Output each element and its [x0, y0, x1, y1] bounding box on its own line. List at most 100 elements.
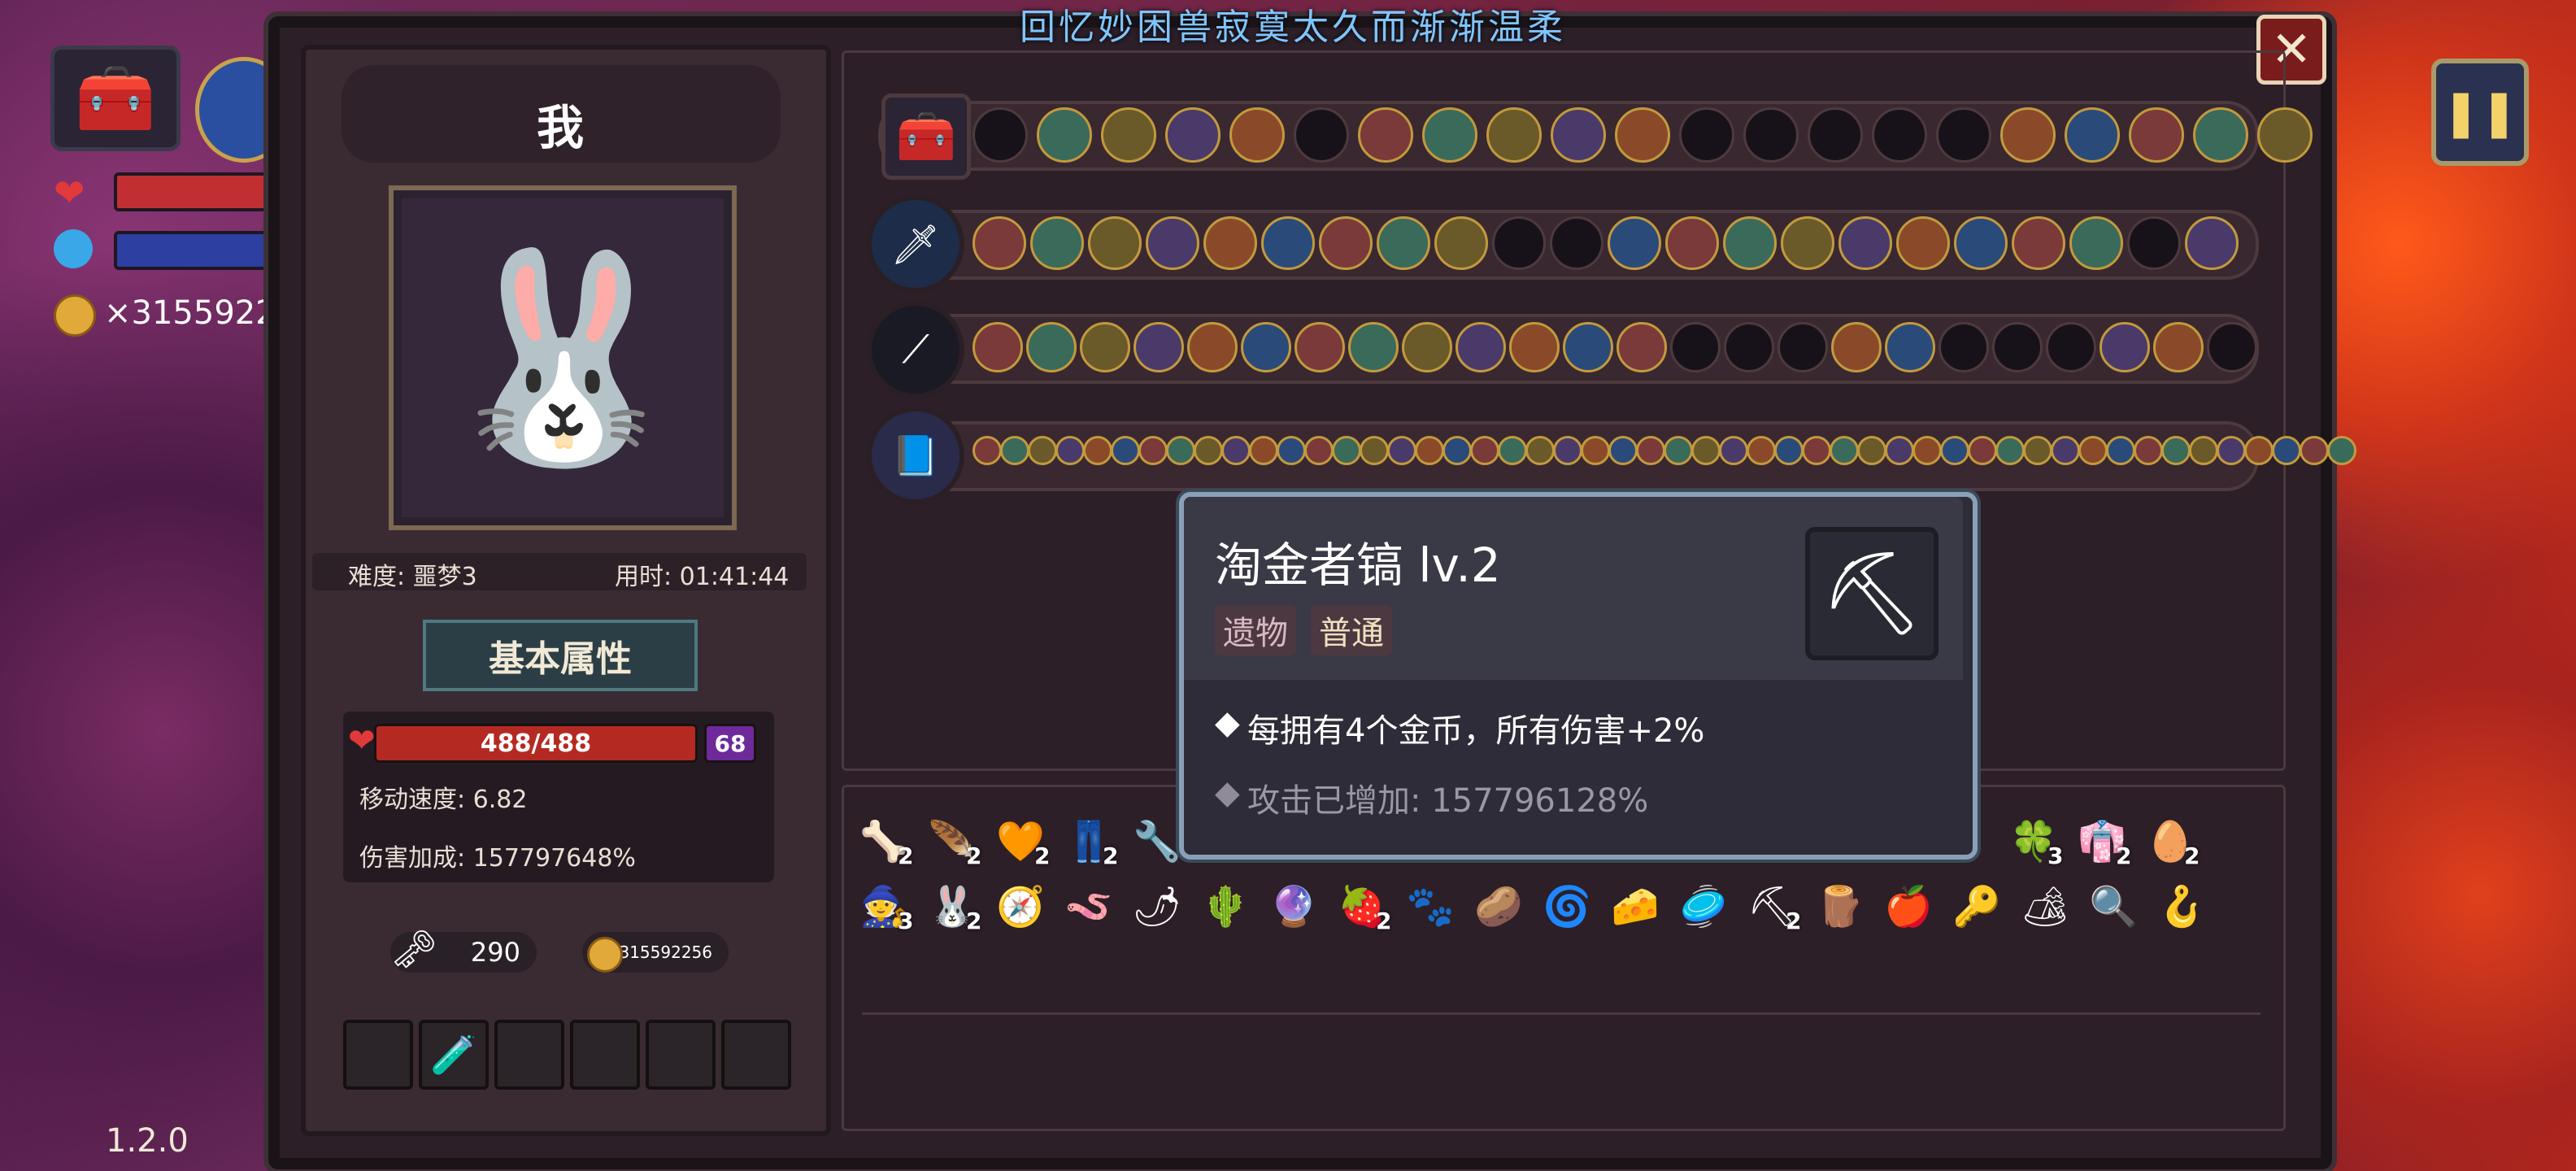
equip-slot[interactable]: [1348, 322, 1399, 372]
equip-slot[interactable]: [1134, 322, 1184, 372]
equip-slot[interactable]: [2185, 216, 2239, 270]
equip-slot[interactable]: [1995, 436, 2025, 465]
item-grid-cell[interactable]: 🪱: [1060, 878, 1117, 935]
equip-slot[interactable]: [1387, 436, 1416, 465]
equip-slot[interactable]: [1936, 107, 1991, 163]
equip-slot[interactable]: [1319, 216, 1373, 270]
equip-slot[interactable]: [973, 436, 1002, 465]
item-grid-cell[interactable]: 🪝: [2153, 878, 2210, 935]
equip-slot[interactable]: [1026, 322, 1077, 372]
inventory-slot-6[interactable]: [721, 1020, 791, 1090]
equip-slot[interactable]: [1608, 216, 1661, 270]
equip-slot[interactable]: [2161, 436, 2191, 465]
item-grid-cell[interactable]: 🥏: [1675, 878, 1732, 935]
equip-slot[interactable]: [1377, 216, 1430, 270]
equip-slot[interactable]: [1249, 436, 1278, 465]
equip-slot[interactable]: [1781, 216, 1834, 270]
bag-row-icon[interactable]: 🧰: [881, 94, 971, 180]
equip-slot[interactable]: [1553, 436, 1582, 465]
equip-slot[interactable]: [1165, 107, 1221, 163]
equip-slot[interactable]: [1229, 107, 1285, 163]
equip-slot[interactable]: [2012, 216, 2065, 270]
equip-slot[interactable]: [1550, 216, 1603, 270]
pause-button[interactable]: ❚❚: [2431, 59, 2529, 166]
equip-slot[interactable]: [1885, 436, 1914, 465]
equip-slot[interactable]: [1434, 216, 1488, 270]
weapon-row-1-icon[interactable]: 🗡: [867, 195, 964, 293]
equip-slot[interactable]: [1332, 436, 1361, 465]
equip-slot[interactable]: [1277, 436, 1306, 465]
equip-slot[interactable]: [2069, 216, 2123, 270]
item-grid-cell[interactable]: 🏕: [2017, 878, 2073, 935]
equip-slot[interactable]: [1360, 436, 1389, 465]
item-grid-cell[interactable]: 🍎: [1880, 878, 1937, 935]
equip-slot[interactable]: [2193, 107, 2248, 163]
equip-slot[interactable]: [1492, 216, 1546, 270]
equip-slot[interactable]: [2217, 436, 2246, 465]
equip-slot[interactable]: [2244, 436, 2274, 465]
equip-slot[interactable]: [1000, 436, 1029, 465]
equip-slot[interactable]: [1831, 322, 1882, 372]
item-grid-cell[interactable]: 🌶: [1129, 878, 1186, 935]
equip-slot[interactable]: [1037, 107, 1092, 163]
item-grid-cell[interactable]: 🔑: [1948, 878, 2005, 935]
equip-slot[interactable]: [1670, 322, 1721, 372]
item-grid-cell[interactable]: 🌀: [1538, 878, 1595, 935]
equip-slot[interactable]: [1723, 216, 1777, 270]
equip-slot[interactable]: [1111, 436, 1140, 465]
equip-slot[interactable]: [1691, 436, 1721, 465]
equip-slot[interactable]: [1724, 322, 1774, 372]
equip-slot[interactable]: [2023, 436, 2052, 465]
equip-slot[interactable]: [1615, 107, 1670, 163]
equip-slot[interactable]: [1146, 216, 1199, 270]
equip-slot[interactable]: [973, 322, 1023, 372]
equip-slot[interactable]: [1101, 107, 1156, 163]
equip-slot[interactable]: [1166, 436, 1195, 465]
equip-slot[interactable]: [1719, 436, 1748, 465]
equip-slot[interactable]: [2257, 107, 2313, 163]
equip-slot[interactable]: [1636, 436, 1665, 465]
tab-basic-attributes[interactable]: 基本属性: [423, 620, 698, 691]
equip-slot[interactable]: [2327, 436, 2356, 465]
equip-slot[interactable]: [2153, 322, 2204, 372]
equip-slot[interactable]: [1747, 436, 1776, 465]
equip-slot[interactable]: [1030, 216, 1084, 270]
equip-slot[interactable]: [1241, 322, 1291, 372]
equip-slot[interactable]: [1808, 107, 1863, 163]
equip-slot[interactable]: [1470, 436, 1499, 465]
inventory-slot-4[interactable]: [570, 1020, 640, 1090]
equip-slot[interactable]: [1509, 322, 1560, 372]
weapon-row-3-icon[interactable]: 📘: [867, 407, 964, 504]
item-grid-cell[interactable]: 🔍: [2085, 878, 2142, 935]
equip-slot[interactable]: [1055, 436, 1085, 465]
equip-slot[interactable]: [973, 216, 1026, 270]
equip-slot[interactable]: [2046, 322, 2096, 372]
equip-slot[interactable]: [1080, 322, 1130, 372]
equip-slot[interactable]: [1295, 322, 1345, 372]
equip-slot[interactable]: [1954, 216, 2008, 270]
equip-slot[interactable]: [1968, 436, 1997, 465]
item-grid-cell[interactable]: 🥔: [1470, 878, 1527, 935]
equip-slot[interactable]: [1422, 107, 1477, 163]
equip-slot[interactable]: [1912, 436, 1942, 465]
weapon-row-2-icon[interactable]: ⟋: [867, 301, 964, 398]
equip-slot[interactable]: [1028, 436, 1057, 465]
bag-slot[interactable]: 🧰: [50, 46, 181, 151]
equip-slot[interactable]: [2272, 436, 2301, 465]
equip-slot[interactable]: [1551, 107, 1606, 163]
inventory-slot-2[interactable]: 🧪: [419, 1020, 489, 1090]
equip-slot[interactable]: [973, 107, 1028, 163]
equip-slot[interactable]: [2134, 436, 2163, 465]
equip-slot[interactable]: [1608, 436, 1638, 465]
item-grid-cell[interactable]: 🌵: [1197, 878, 1254, 935]
equip-slot[interactable]: [1838, 216, 1892, 270]
item-grid-cell[interactable]: 🪵: [1812, 878, 1869, 935]
equip-slot[interactable]: [1138, 436, 1168, 465]
equip-slot[interactable]: [2129, 107, 2184, 163]
equip-slot[interactable]: [1679, 107, 1734, 163]
equip-slot[interactable]: [1939, 322, 1989, 372]
item-grid-cell[interactable]: 🔮: [1265, 878, 1322, 935]
equip-slot[interactable]: [1088, 216, 1142, 270]
equip-slot[interactable]: [2000, 107, 2056, 163]
equip-slot[interactable]: [1402, 322, 1452, 372]
